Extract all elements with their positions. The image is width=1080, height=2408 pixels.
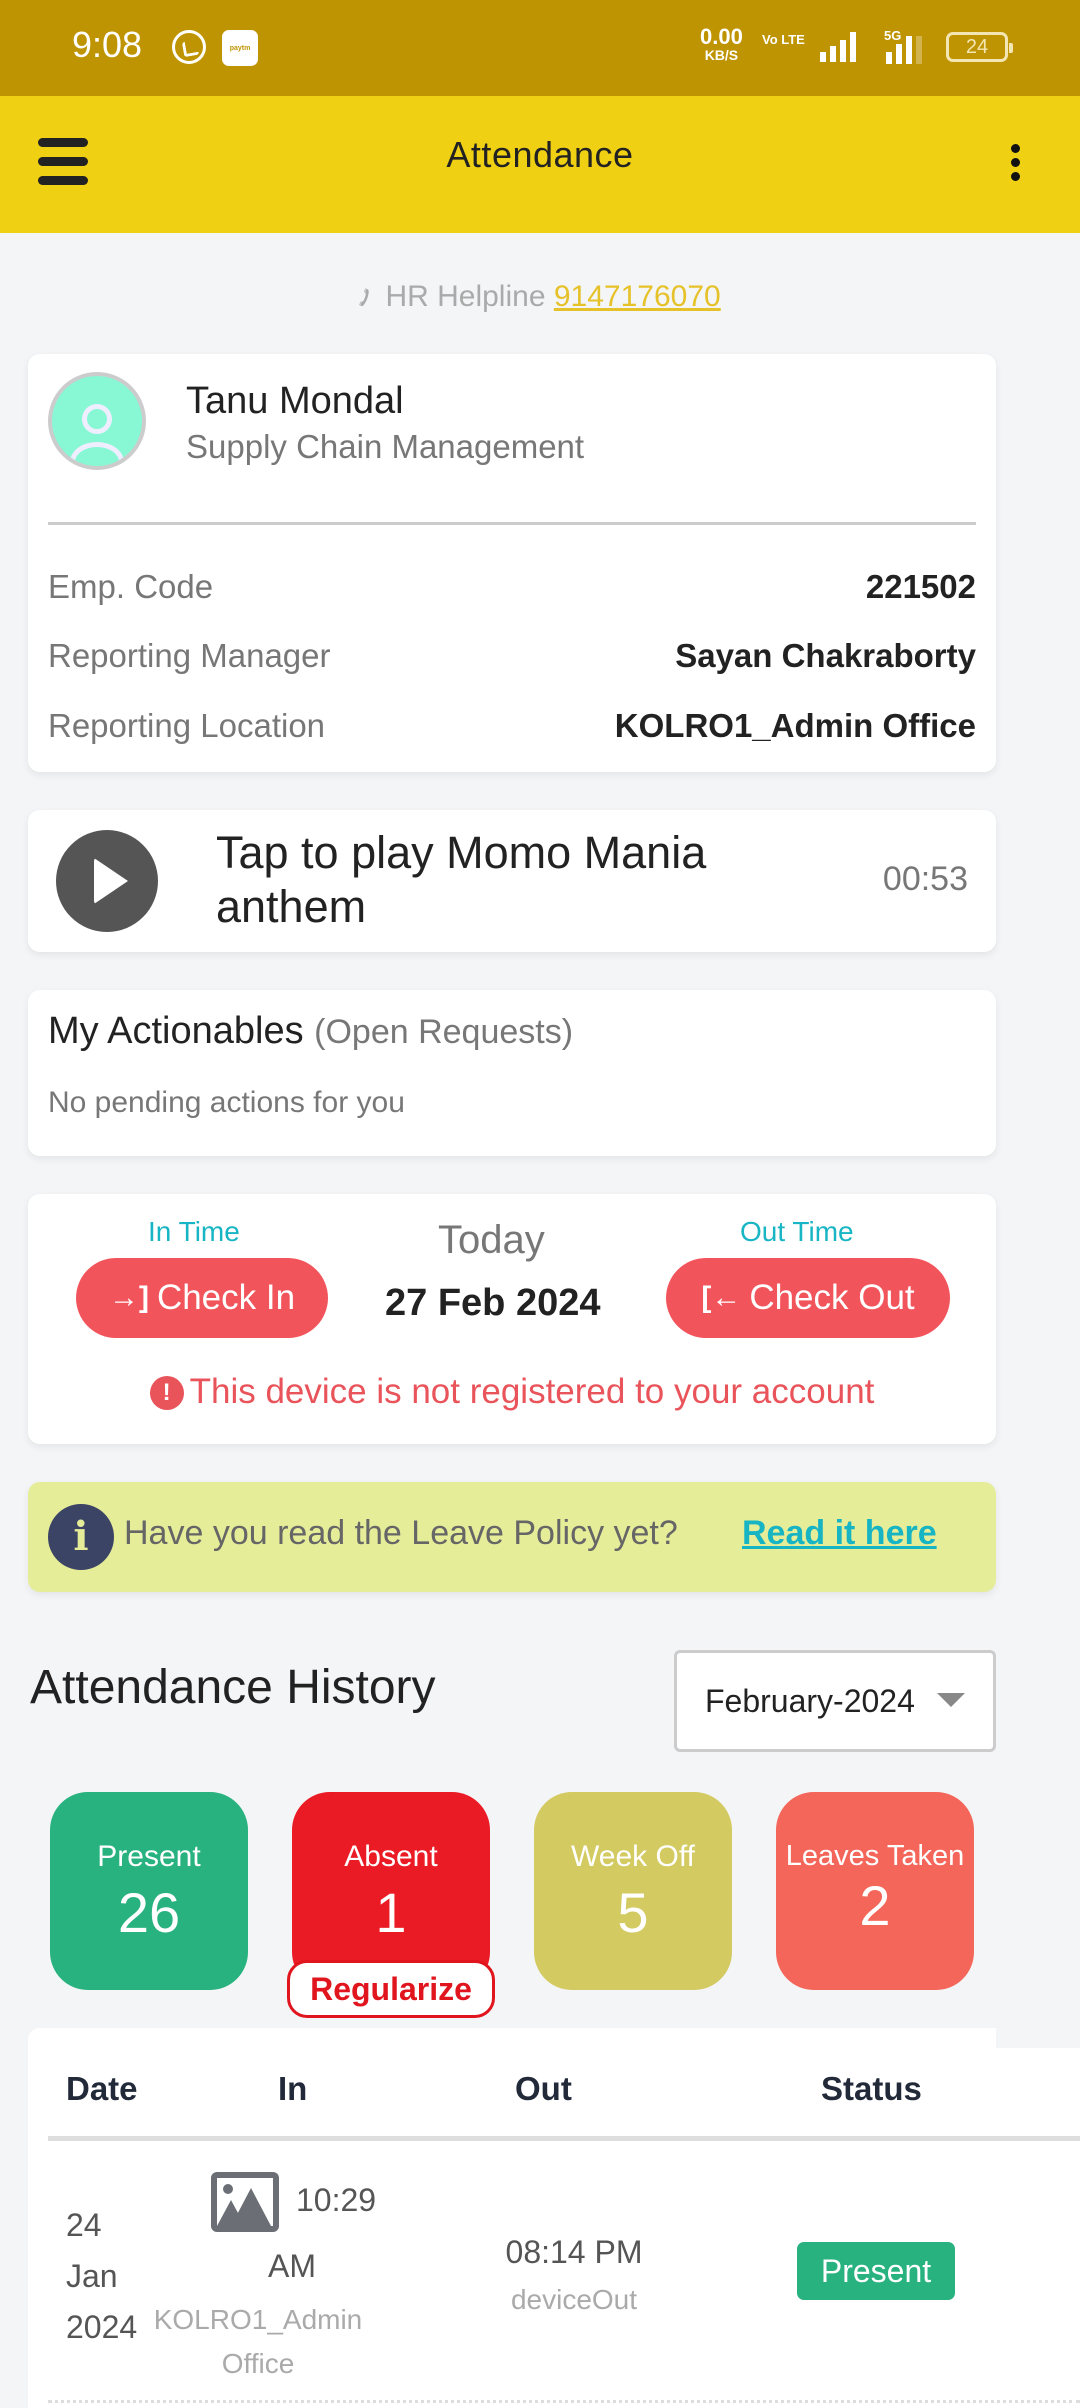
employee-department: Supply Chain Management xyxy=(186,428,585,465)
anthem-player-card[interactable]: Tap to play Momo Mania anthem 00:53 xyxy=(28,810,996,952)
check-in-out-card: In Time Today Out Time →] Check In 27 Fe… xyxy=(28,1194,996,1444)
actionables-empty-message: No pending actions for you xyxy=(48,1086,405,1119)
stat-label: Leaves Taken xyxy=(785,1840,965,1872)
attendance-history-title: Attendance History xyxy=(30,1661,436,1714)
info-label: Reporting Location xyxy=(48,707,326,744)
table-row[interactable]: 24 Jan 2024 10:29 AM KOLRO1_Admin Office… xyxy=(28,2140,1080,2400)
play-icon[interactable] xyxy=(56,830,158,932)
stat-value: 1 xyxy=(375,1881,407,1944)
check-in-label: Check In xyxy=(156,1278,296,1317)
row-out-time: 08:14 PM xyxy=(505,2234,643,2270)
stat-label: Week Off xyxy=(571,1840,695,1873)
page-title: Attendance xyxy=(446,134,634,175)
today-label: Today xyxy=(438,1218,545,1262)
status-time: 9:08 xyxy=(72,24,143,65)
signal-strength-icon xyxy=(820,30,856,62)
stat-value: 26 xyxy=(117,1881,181,1944)
stat-value: 2 xyxy=(859,1874,891,1937)
leave-policy-banner: i Have you read the Leave Policy yet? Re… xyxy=(28,1482,996,1592)
info-value: 221502 xyxy=(865,568,976,605)
battery-icon: 24 xyxy=(946,32,1013,62)
alert-icon: ! xyxy=(149,1376,184,1410)
in-time-label: In Time xyxy=(148,1216,240,1247)
signal-strength-icon-2 xyxy=(886,32,922,64)
info-row-reporting-location: Reporting Location KOLRO1_Admin Office xyxy=(48,701,976,751)
anthem-duration: 00:53 xyxy=(882,860,968,898)
anthem-title: Tap to play Momo Mania anthem xyxy=(216,827,707,932)
network-speed: 0.00 KB/S xyxy=(700,26,743,64)
actionables-heading: My Actionables xyxy=(48,1010,304,1052)
out-time-label: Out Time xyxy=(740,1216,854,1247)
helpline-label: HR Helpline xyxy=(385,280,546,313)
table-header-out: Out xyxy=(515,2070,572,2107)
stat-week-off[interactable]: Week Off 5 xyxy=(534,1792,732,1990)
row-divider xyxy=(48,2400,1080,2403)
row-date-month: Jan xyxy=(66,2258,118,2294)
table-header-date: Date xyxy=(66,2070,138,2107)
check-out-button[interactable]: [← Check Out xyxy=(666,1258,950,1338)
stat-value: 5 xyxy=(617,1881,649,1944)
month-select-value: February-2024 xyxy=(705,1682,915,1719)
read-leave-policy-link[interactable]: Read it here xyxy=(742,1514,937,1553)
user-icon xyxy=(82,404,112,434)
chevron-down-icon xyxy=(937,1693,965,1707)
actionables-title: My Actionables (Open Requests) xyxy=(48,1010,573,1053)
app-bar: Attendance xyxy=(0,96,1080,233)
actionables-subtitle: (Open Requests) xyxy=(314,1013,574,1051)
status-bar: 9:08 paytm 0.00 KB/S Vo LTE 5G 24 xyxy=(0,0,1080,96)
check-in-button[interactable]: →] Check In xyxy=(76,1258,328,1338)
image-icon[interactable] xyxy=(211,2172,279,2232)
regularize-button[interactable]: Regularize xyxy=(287,1960,495,2018)
stat-label: Present xyxy=(97,1840,201,1873)
more-vertical-icon[interactable] xyxy=(1000,144,1030,184)
month-select[interactable]: February-2024 xyxy=(674,1650,996,1752)
profile-card: Tanu Mondal Supply Chain Management Emp.… xyxy=(28,354,996,772)
attendance-table: Date In Out Status 24 Jan 2024 10:29 AM … xyxy=(28,2026,1080,2408)
hr-helpline: 📞︎ HR Helpline 9147176070 xyxy=(0,280,1080,314)
volte-icon: Vo LTE xyxy=(762,32,805,47)
phone-icon: 📞︎ xyxy=(359,281,370,312)
row-out-source: deviceOut xyxy=(510,2284,638,2315)
row-in-location: KOLRO1_Admin Office xyxy=(153,2304,363,2379)
table-header-in: In xyxy=(278,2070,308,2107)
stat-label: Absent xyxy=(344,1840,438,1873)
info-row-emp-code: Emp. Code 221502 xyxy=(48,562,976,612)
network-speed-unit: KB/S xyxy=(704,47,739,63)
info-label: Reporting Manager xyxy=(48,637,331,674)
check-out-label: Check Out xyxy=(749,1278,915,1317)
row-in-time-meridiem: AM xyxy=(268,2248,316,2284)
info-value: Sayan Chakraborty xyxy=(675,637,976,674)
info-row-reporting-manager: Reporting Manager Sayan Chakraborty xyxy=(48,631,976,681)
divider xyxy=(48,522,976,525)
device-warning: ! This device is not registered to your a… xyxy=(28,1372,996,1412)
device-warning-text: This device is not registered to your ac… xyxy=(189,1372,875,1411)
logout-icon: [← xyxy=(701,1281,742,1314)
stat-present[interactable]: Present 26 xyxy=(50,1792,248,1990)
avatar xyxy=(48,372,146,470)
row-in-time: 10:29 xyxy=(296,2182,377,2218)
today-date: 27 Feb 2024 xyxy=(385,1282,601,1324)
info-value: KOLRO1_Admin Office xyxy=(614,707,976,744)
info-label: Emp. Code xyxy=(48,568,214,605)
whatsapp-icon xyxy=(172,30,206,64)
stat-leaves-taken[interactable]: Leaves Taken 2 xyxy=(776,1792,974,1990)
actionables-card: My Actionables (Open Requests) No pendin… xyxy=(28,990,996,1156)
paytm-icon: paytm xyxy=(222,30,258,66)
helpline-number-link[interactable]: 9147176070 xyxy=(554,280,721,313)
info-icon: i xyxy=(48,1504,114,1570)
status-badge: Present xyxy=(797,2242,955,2300)
table-header-status: Status xyxy=(821,2070,922,2107)
row-date-day: 24 xyxy=(66,2207,102,2243)
employee-name: Tanu Mondal xyxy=(186,380,404,422)
login-icon: →] xyxy=(108,1281,149,1314)
leave-policy-text: Have you read the Leave Policy yet? xyxy=(124,1514,678,1552)
